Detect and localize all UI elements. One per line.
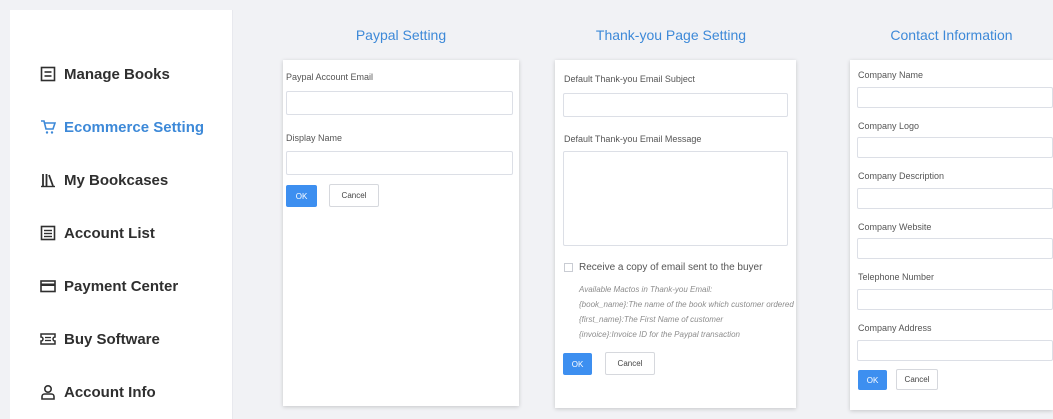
- email-message-label: Default Thank-you Email Message: [564, 134, 702, 144]
- sidebar-item-my-bookcases[interactable]: My Bookcases: [40, 168, 168, 192]
- thankyou-ok-button[interactable]: OK: [563, 353, 592, 375]
- contact-ok-button[interactable]: OK: [858, 370, 887, 390]
- telephone-number-label: Telephone Number: [858, 272, 935, 282]
- cart-icon: [40, 119, 56, 135]
- paypal-email-field[interactable]: [286, 91, 513, 115]
- paypal-email-label: Paypal Account Email: [286, 72, 374, 82]
- list-icon: [40, 225, 56, 241]
- email-message-field[interactable]: [563, 151, 788, 246]
- thankyou-title: Thank-you Page Setting: [595, 27, 747, 43]
- macros-title: Available Mactos in Thank-you Email:: [579, 285, 713, 294]
- book-list-icon: [40, 66, 56, 82]
- user-icon: [40, 384, 56, 400]
- sidebar: Manage Books Ecommerce Setting My Bookca…: [10, 10, 233, 419]
- paypal-title: Paypal Setting: [355, 27, 447, 43]
- sidebar-item-label: Account Info: [64, 383, 156, 401]
- sidebar-item-buy-software[interactable]: Buy Software: [40, 327, 160, 351]
- bookcase-icon: [40, 172, 56, 188]
- display-name-label: Display Name: [286, 133, 343, 143]
- copy-checkbox-label: Receive a copy of email sent to the buye…: [579, 262, 763, 273]
- sidebar-item-label: Account List: [64, 224, 155, 242]
- macro-item: {first_name}:The First Name of customer: [579, 315, 724, 324]
- company-address-field[interactable]: [857, 340, 1053, 361]
- sidebar-item-manage-books[interactable]: Manage Books: [40, 62, 170, 86]
- paypal-panel: Paypal Account Email Display Name OK Can…: [283, 60, 519, 406]
- sidebar-item-ecommerce-setting[interactable]: Ecommerce Setting: [40, 115, 204, 139]
- company-website-label: Company Website: [858, 222, 932, 232]
- copy-checkbox[interactable]: [564, 263, 573, 272]
- paypal-ok-button[interactable]: OK: [286, 185, 317, 207]
- email-subject-field[interactable]: [563, 93, 788, 117]
- paypal-cancel-button[interactable]: Cancel: [329, 184, 379, 207]
- company-name-field[interactable]: [857, 87, 1053, 108]
- company-logo-field[interactable]: [857, 137, 1053, 158]
- sidebar-item-label: Manage Books: [64, 65, 170, 83]
- email-subject-label: Default Thank-you Email Subject: [564, 74, 695, 84]
- contact-cancel-button[interactable]: Cancel: [896, 369, 938, 390]
- contact-title: Contact Information: [890, 27, 1013, 43]
- sidebar-item-payment-center[interactable]: Payment Center: [40, 274, 178, 298]
- thankyou-panel: Default Thank-you Email Subject Default …: [555, 60, 796, 408]
- sidebar-item-label: Payment Center: [64, 277, 179, 295]
- card-icon: [40, 278, 56, 294]
- ticket-icon: [40, 331, 56, 347]
- macro-item: {invoice}:Invoice ID for the Paypal tran…: [579, 330, 740, 339]
- sidebar-item-label: My Bookcases: [64, 171, 169, 189]
- company-address-label: Company Address: [858, 323, 932, 333]
- macro-item: {book_name}:The name of the book which c…: [579, 300, 794, 309]
- company-logo-label: Company Logo: [858, 121, 920, 131]
- display-name-field[interactable]: [286, 151, 513, 175]
- thankyou-cancel-button[interactable]: Cancel: [605, 352, 655, 375]
- company-description-field[interactable]: [857, 188, 1053, 209]
- sidebar-item-account-info[interactable]: Account Info: [40, 380, 156, 404]
- company-description-label: Company Description: [858, 171, 945, 181]
- company-name-label: Company Name: [858, 70, 924, 80]
- contact-panel: Company Name Company Logo Company Descri…: [850, 60, 1053, 410]
- sidebar-item-account-list[interactable]: Account List: [40, 221, 155, 245]
- sidebar-item-label: Buy Software: [64, 330, 160, 348]
- telephone-number-field[interactable]: [857, 289, 1053, 310]
- sidebar-item-label: Ecommerce Setting: [64, 118, 205, 136]
- company-website-field[interactable]: [857, 238, 1053, 259]
